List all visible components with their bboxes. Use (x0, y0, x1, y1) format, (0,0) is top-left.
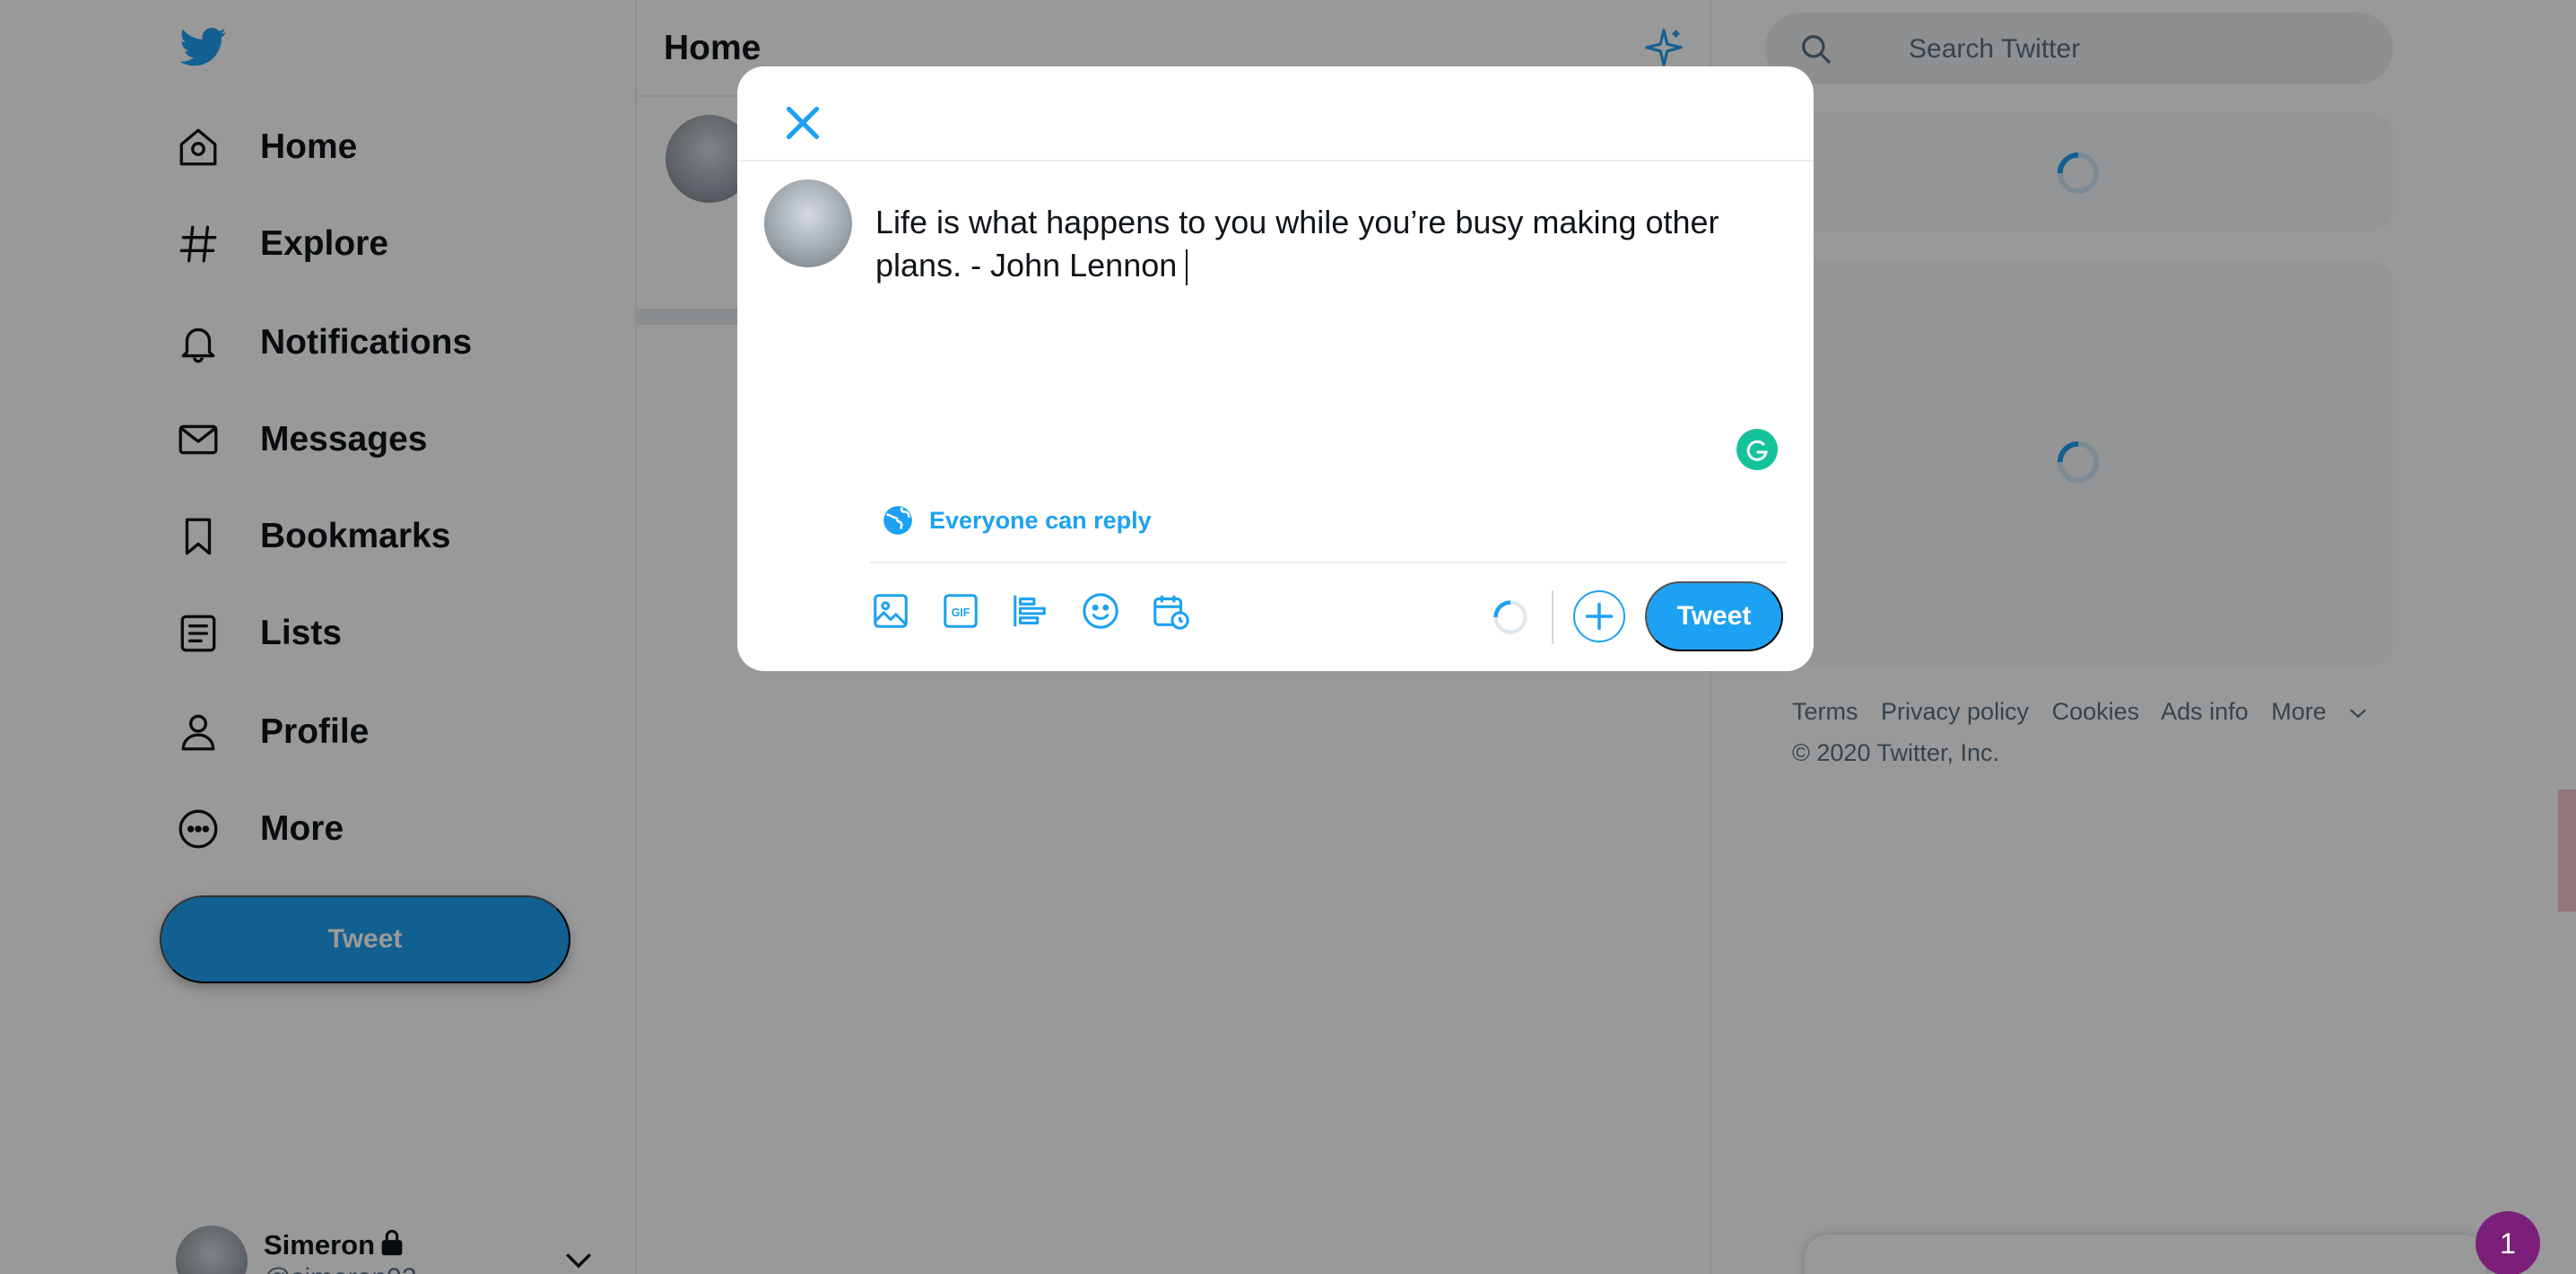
add-gif-button[interactable]: GIF (940, 590, 981, 632)
add-emoji-button[interactable] (1080, 590, 1121, 632)
schedule-icon (1153, 595, 1189, 630)
close-icon[interactable] (775, 95, 831, 151)
notification-badge[interactable]: 1 (2476, 1211, 2540, 1274)
schedule-button[interactable] (1150, 590, 1191, 632)
gif-icon: GIF (944, 594, 978, 628)
divider (870, 562, 1787, 563)
divider (1552, 590, 1553, 644)
emoji-icon (1083, 593, 1118, 629)
grammarly-icon[interactable] (1736, 429, 1778, 470)
text-caret (1186, 249, 1188, 286)
add-poll-button[interactable] (1010, 590, 1051, 632)
tweet-text: Life is what happens to you while you’re… (875, 204, 1719, 284)
add-thread-button[interactable] (1573, 590, 1625, 642)
tweet-textarea[interactable]: Life is what happens to you while you’re… (875, 201, 1781, 287)
reply-setting-label: Everyone can reply (929, 506, 1152, 534)
twitter-page: Home Explore Notifications Messages Book… (0, 0, 2576, 1274)
svg-text:GIF: GIF (952, 606, 970, 619)
compose-tweet-modal: Life is what happens to you while you’re… (737, 66, 1814, 671)
grammarly-g-icon (1746, 440, 1768, 461)
image-icon (874, 594, 908, 628)
poll-icon (1014, 595, 1046, 627)
globe-icon (883, 506, 912, 535)
plus-icon (1585, 602, 1614, 631)
reply-setting-button[interactable]: Everyone can reply (881, 501, 1152, 540)
tweet-submit-button[interactable]: Tweet (1645, 581, 1783, 651)
add-image-button[interactable] (870, 590, 911, 632)
divider (737, 160, 1814, 161)
character-count-ring (1493, 600, 1527, 634)
avatar (764, 179, 852, 267)
